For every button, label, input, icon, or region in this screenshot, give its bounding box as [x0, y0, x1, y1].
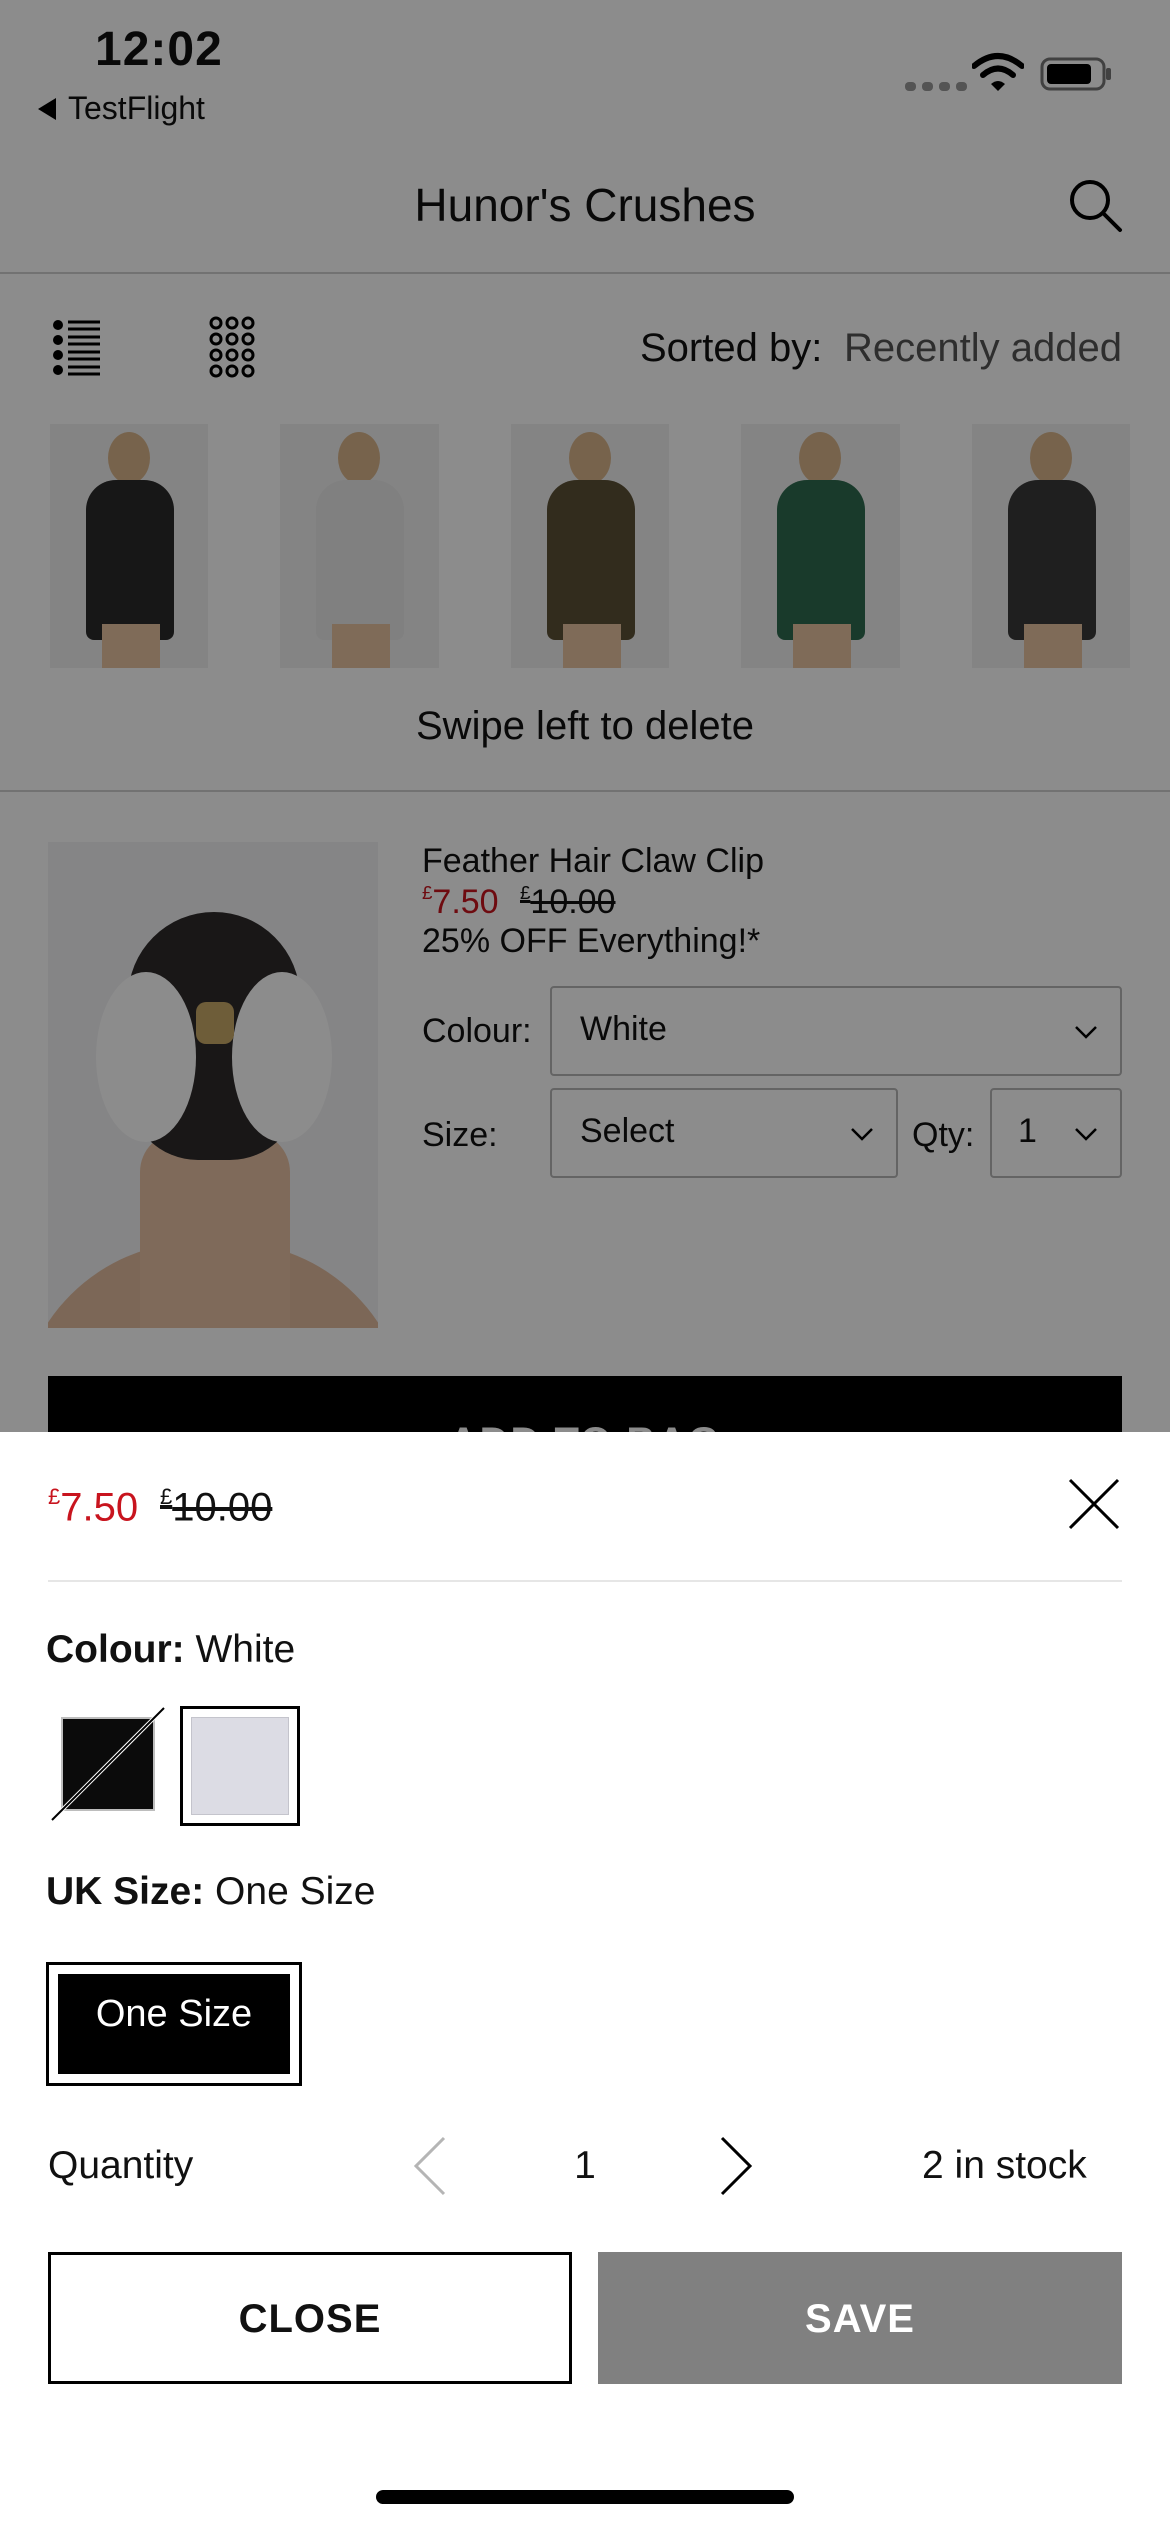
sheet-was-price: £10.00 — [160, 1484, 273, 1530]
size-option-label: One Size — [58, 1974, 290, 2074]
save-button[interactable]: SAVE — [598, 2252, 1122, 2384]
sheet-sale-price: £7.50 — [48, 1484, 139, 1530]
sheet-divider — [48, 1580, 1122, 1582]
stock-count: 2 in stock — [922, 2144, 1087, 2187]
swatch-black-unavailable[interactable] — [50, 1706, 166, 1822]
home-indicator — [376, 2490, 794, 2504]
size-option-one-size[interactable]: One Size — [46, 1962, 302, 2086]
modal-overlay[interactable] — [0, 0, 1170, 1432]
quantity-label: Quantity — [48, 2144, 194, 2187]
colour-selected: White — [195, 1628, 296, 1671]
size-heading: UK Size: One Size — [46, 1870, 376, 1913]
close-button[interactable]: CLOSE — [48, 2252, 572, 2384]
colour-heading: Colour: White — [46, 1628, 296, 1671]
chevron-left-icon[interactable] — [410, 2134, 450, 2198]
swatch-white-selected[interactable] — [180, 1706, 300, 1826]
size-selected: One Size — [215, 1870, 376, 1913]
chevron-right-icon[interactable] — [716, 2134, 756, 2198]
edit-item-sheet: £7.50 £10.00 Colour: White UK Size: One … — [0, 1432, 1170, 2532]
close-icon[interactable] — [1066, 1476, 1122, 1532]
quantity-value: 1 — [574, 2144, 596, 2187]
